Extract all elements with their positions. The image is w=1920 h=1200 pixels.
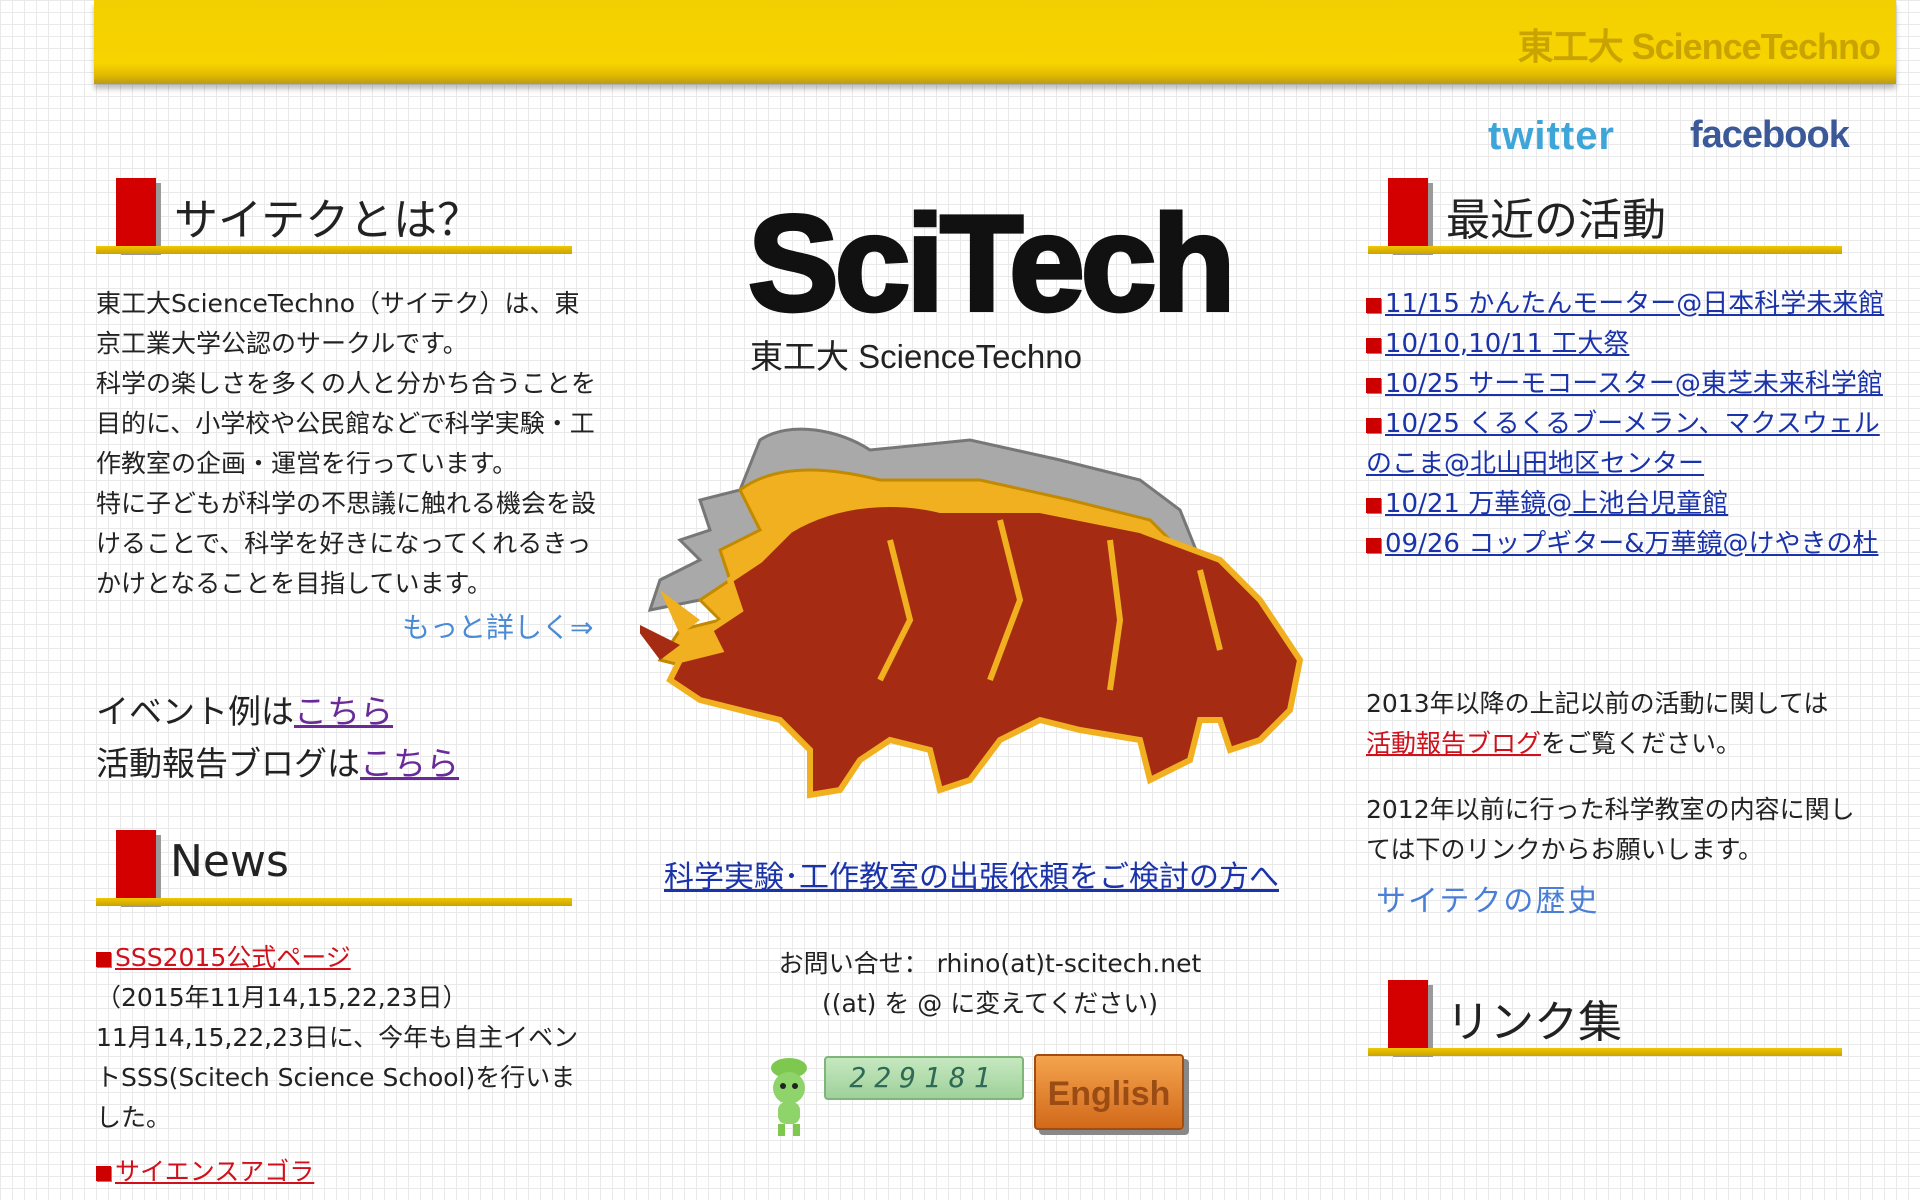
blog-link[interactable]: こちら	[360, 744, 459, 783]
about-description: 東工大ScienceTechno（サイテク）は、東 京工業大学公認のサークルです…	[96, 284, 626, 604]
about-line: 作教室の企画・運営を行っています。	[96, 449, 518, 478]
contact-email: お問い合せ： rhino(at)t-scitech.net	[778, 949, 1202, 978]
activity-item: 10/21 万華鏡@上池台児童館	[1366, 484, 1896, 524]
site-header: 東工大 ScienceTechno	[94, 0, 1896, 84]
activity-list: 11/15 かんたんモーター@日本科学未来館 10/10,10/11 工大祭 1…	[1366, 284, 1896, 564]
heading-underline	[96, 898, 572, 906]
bullet-icon	[1366, 298, 1381, 313]
links-heading: リンク集	[1366, 980, 1842, 1056]
about-line: 京工業大学公認のサークルです。	[96, 329, 468, 358]
heading-marker	[116, 178, 156, 250]
news-text: 11月14,15,22,23日に、今年も自主イベン	[96, 1023, 579, 1052]
header-brand: 東工大 ScienceTechno	[1517, 26, 1881, 67]
news-heading: News	[94, 830, 572, 906]
logo-title: SciTech	[748, 190, 1231, 339]
note-text: 2012年以前に行った科学教室の内容に関し	[1366, 795, 1855, 824]
about-line: 目的に、小学校や公民館などで科学実験・工	[96, 409, 595, 438]
about-line: 科学の楽しさを多くの人と分かち合うことを	[96, 369, 597, 398]
science-agora-link[interactable]: サイエンスアゴラ	[115, 1157, 314, 1186]
about-heading: サイテクとは？	[94, 178, 572, 254]
about-line: かけとなることを目指しています。	[96, 569, 493, 598]
news-list: SSS2015公式ページ （2015年11月14,15,22,23日） 11月1…	[96, 938, 626, 1192]
news-item: SSS2015公式ページ	[96, 938, 626, 978]
event-line: イベント例はこちら	[96, 686, 459, 738]
bullet-icon	[1366, 418, 1381, 433]
activity-item: 11/15 かんたんモーター@日本科学未来館	[1366, 284, 1896, 324]
about-line: けることで、科学を好きになってくれるきっ	[96, 529, 592, 558]
note-text: ては下のリンクからお願いします。	[1366, 835, 1764, 864]
activity-item: 10/25 くるくるブーメラン、マクスウェルのこま@北山田地区センター	[1366, 404, 1896, 484]
activity-item: 09/26 コップギター&万華鏡@けやきの杜	[1366, 524, 1896, 564]
bullet-icon	[1366, 378, 1381, 393]
contact-note: ((at) を @ に変えてください)	[822, 989, 1158, 1018]
activity-link[interactable]: 10/21 万華鏡@上池台児童館	[1385, 489, 1728, 519]
activities-heading-text: 最近の活動	[1446, 195, 1666, 246]
news-text: トSSS(Scitech Science School)を行いま	[96, 1063, 576, 1092]
contact-info: お問い合せ： rhino(at)t-scitech.net ((at) を @ …	[740, 944, 1240, 1024]
about-heading-text: サイテクとは？	[174, 195, 482, 246]
heading-marker	[1388, 980, 1428, 1052]
activity-blog-link[interactable]: 活動報告ブログ	[1366, 729, 1541, 758]
history-link[interactable]: サイテクの歴史	[1376, 876, 1599, 920]
activity-link[interactable]: 10/25 くるくるブーメラン、マクスウェルのこま@北山田地区センター	[1366, 409, 1880, 479]
activity-item: 10/10,10/11 工大祭	[1366, 324, 1896, 364]
event-links: イベント例はこちら 活動報告ブログはこちら	[96, 686, 459, 790]
more-details-link[interactable]: もっと詳しく⇒	[402, 606, 593, 646]
event-examples-link[interactable]: こちら	[294, 692, 393, 731]
blog-prefix: 活動報告ブログは	[96, 744, 360, 783]
english-button[interactable]: English	[1034, 1054, 1184, 1130]
news-text: （2015年11月14,15,22,23日）	[96, 983, 468, 1012]
lesson-request-link[interactable]: 科学実験･工作教室の出張依頼をご検討の方へ	[664, 852, 1279, 896]
rhino-illustration	[640, 427, 1304, 799]
activity-link[interactable]: 11/15 かんたんモーター@日本科学未来館	[1385, 289, 1884, 319]
older-activities-note: 2013年以降の上記以前の活動に関しては 活動報告ブログをご覧ください。	[1366, 684, 1896, 764]
visitor-counter: 229181	[824, 1056, 1024, 1100]
sss2015-link[interactable]: SSS2015公式ページ	[115, 943, 351, 972]
note-line: 活動報告ブログをご覧ください。	[1366, 724, 1896, 764]
bullet-icon	[96, 952, 111, 967]
heading-marker	[1388, 178, 1428, 250]
bullet-icon	[1366, 338, 1381, 353]
heading-marker	[116, 830, 156, 902]
note-text: 2013年以降の上記以前の活動に関しては	[1366, 689, 1829, 718]
about-line: 特に子どもが科学の不思議に触れる機会を設	[96, 489, 597, 518]
activities-heading: 最近の活動	[1366, 178, 1842, 254]
news-heading-text: News	[170, 836, 289, 887]
blog-line: 活動報告ブログはこちら	[96, 738, 459, 790]
activity-link[interactable]: 09/26 コップギター&万華鏡@けやきの杜	[1385, 529, 1878, 559]
about-line: 東工大ScienceTechno（サイテク）は、東	[96, 289, 580, 318]
facebook-link[interactable]: facebook	[1690, 114, 1850, 157]
history-note: 2012年以前に行った科学教室の内容に関し ては下のリンクからお願いします。	[1366, 790, 1896, 870]
logo-subtitle: 東工大 ScienceTechno	[750, 338, 1082, 375]
event-prefix: イベント例は	[96, 692, 294, 731]
news-text: した。	[96, 1103, 172, 1132]
activity-link[interactable]: 10/25 サーモコースター@東芝未来科学館	[1385, 369, 1883, 399]
news-item: サイエンスアゴラ	[96, 1152, 626, 1192]
mascot-icon	[771, 1058, 807, 1136]
activity-item: 10/25 サーモコースター@東芝未来科学館	[1366, 364, 1896, 404]
activity-link[interactable]: 10/10,10/11 工大祭	[1385, 329, 1629, 359]
links-heading-text: リンク集	[1446, 997, 1622, 1048]
note-suffix: をご覧ください。	[1541, 729, 1742, 758]
bullet-icon	[96, 1166, 111, 1181]
twitter-link[interactable]: twitter	[1488, 114, 1615, 159]
bullet-icon	[1366, 538, 1381, 553]
bullet-icon	[1366, 498, 1381, 513]
